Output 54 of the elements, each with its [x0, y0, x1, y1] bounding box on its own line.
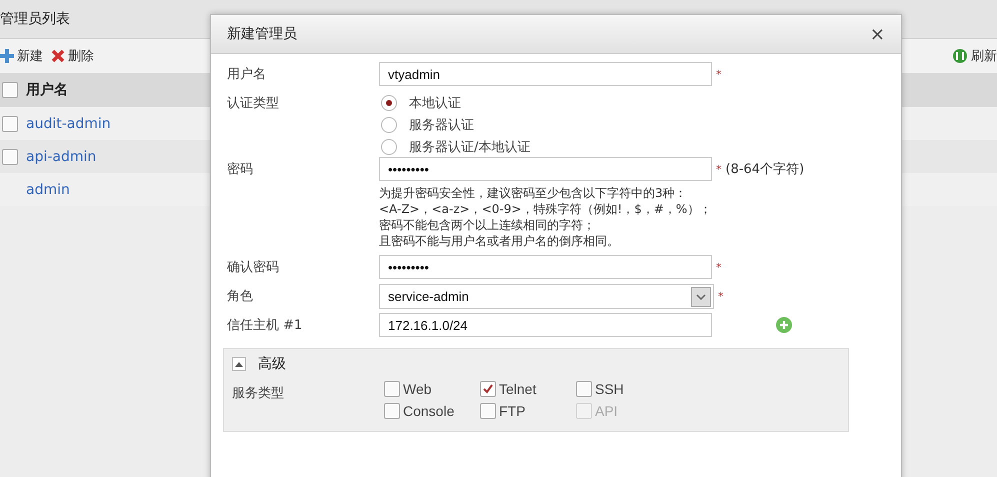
- service-checkbox[interactable]: [384, 403, 400, 419]
- username-link[interactable]: admin: [26, 182, 70, 198]
- service-option[interactable]: FTP: [480, 403, 576, 419]
- section-title: 高级: [258, 355, 286, 373]
- service-checkbox[interactable]: [480, 381, 496, 397]
- field-label: 认证类型: [227, 95, 280, 112]
- field-label: 密码: [227, 161, 254, 178]
- service-checkbox[interactable]: [576, 381, 592, 397]
- service-checkbox[interactable]: [384, 381, 400, 397]
- dialog-title: 新建管理员: [227, 25, 297, 43]
- trusted-host-field[interactable]: 172.16.1.0/24: [379, 313, 712, 337]
- radio-option[interactable]: 本地认证: [379, 93, 890, 113]
- field-label: 信任主机 #1: [227, 317, 304, 334]
- refresh-button[interactable]: 刷新: [952, 47, 997, 65]
- new-button[interactable]: 新建: [0, 47, 43, 65]
- radio-option[interactable]: 服务器认证: [379, 115, 890, 135]
- username-field[interactable]: vtyadmin: [379, 62, 712, 86]
- service-option[interactable]: Telnet: [480, 381, 576, 397]
- required-mark: *: [716, 260, 722, 274]
- close-icon: [51, 49, 65, 63]
- field-label: 服务类型: [232, 385, 285, 403]
- role-select[interactable]: service-admin: [379, 284, 714, 309]
- plus-icon: [0, 49, 14, 63]
- length-note: (8-64个字符): [726, 161, 804, 178]
- page-title: 管理员列表: [0, 10, 70, 28]
- radio-option[interactable]: 服务器认证/本地认证: [379, 137, 890, 157]
- add-icon[interactable]: [776, 317, 792, 333]
- field-label: 角色: [227, 288, 254, 305]
- delete-button[interactable]: 删除: [51, 47, 94, 65]
- service-option[interactable]: Web: [384, 381, 480, 397]
- service-option[interactable]: Console: [384, 403, 480, 419]
- username-link[interactable]: audit-admin: [26, 116, 111, 132]
- column-header: 用户名: [26, 81, 68, 99]
- service-option[interactable]: SSH: [576, 381, 672, 397]
- password-field[interactable]: •••••••••: [379, 157, 712, 181]
- row-checkbox[interactable]: [2, 116, 18, 132]
- username-link[interactable]: api-admin: [26, 148, 96, 164]
- field-label: 确认密码: [227, 259, 280, 276]
- required-mark: *: [716, 68, 722, 80]
- field-label: 用户名: [227, 66, 267, 83]
- collapse-toggle[interactable]: [232, 357, 246, 371]
- close-button[interactable]: ×: [870, 24, 885, 44]
- select-all-checkbox[interactable]: [2, 82, 18, 98]
- service-checkbox[interactable]: [480, 403, 496, 419]
- required-mark: *: [716, 162, 722, 176]
- caret-icon: [691, 286, 711, 306]
- radio-button[interactable]: [381, 117, 397, 133]
- row-checkbox[interactable]: [2, 148, 18, 164]
- radio-button[interactable]: [381, 139, 397, 155]
- password-hint: 为提升密码安全性，建议密码至少包含以下字符中的3种： <A-Z>，<a-z>，<0-9>，特殊字符（例如!，$，#，%）； 密码不能包含两个以上连续相同的字符； 且密码不能与用户名或者用户名的倒序相同。: [379, 185, 712, 250]
- confirm-password-field[interactable]: •••••••••: [379, 255, 712, 279]
- triangle-icon: [235, 361, 243, 367]
- radio-button[interactable]: [381, 95, 397, 111]
- required-mark: *: [718, 290, 724, 303]
